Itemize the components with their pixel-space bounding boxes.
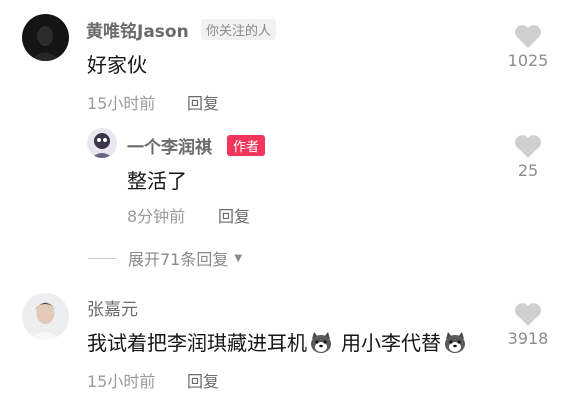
husky-dog-emoji-icon <box>309 330 333 354</box>
comment-text: 好家伙 <box>87 53 147 77</box>
comment-username[interactable]: 黄唯铭Jason <box>86 17 189 42</box>
caret-down-icon: ▼ <box>234 252 243 264</box>
divider <box>88 257 116 259</box>
like-button[interactable]: 1025 <box>498 24 558 70</box>
author-tag: 作者 <box>227 135 266 156</box>
following-tag: 你关注的人 <box>201 19 277 40</box>
comment-time: 15小时前 <box>87 94 156 113</box>
reply-time: 8分钟前 <box>127 207 186 226</box>
expand-replies-label: 展开71条回复 <box>128 250 229 269</box>
like-count: 25 <box>517 161 539 180</box>
expand-replies-button[interactable]: 展开71条回复 ▼ <box>88 246 242 270</box>
heart-icon <box>515 303 541 326</box>
comment-text-part: 用小李代替 <box>341 331 441 355</box>
reply-button[interactable]: 回复 <box>187 90 219 114</box>
reply-username[interactable]: 一个李润祺 <box>127 133 212 158</box>
heart-icon <box>515 135 541 158</box>
reply-button[interactable]: 回复 <box>187 368 219 392</box>
husky-dog-emoji-icon <box>443 330 467 354</box>
comment-text: 我试着把李润琪藏进耳机 用小李代替 <box>87 327 469 356</box>
comment-text-part: 我试着把李润琪藏进耳机 <box>87 331 307 355</box>
reply-button[interactable]: 回复 <box>218 203 250 227</box>
avatar[interactable] <box>22 14 69 61</box>
like-count: 1025 <box>507 51 549 70</box>
avatar[interactable] <box>87 128 117 158</box>
like-button[interactable]: 25 <box>498 134 558 180</box>
like-count: 3918 <box>507 329 549 348</box>
like-button[interactable]: 3918 <box>498 302 558 348</box>
comment-username[interactable]: 张嘉元 <box>87 295 138 320</box>
reply-text: 整活了 <box>127 169 187 193</box>
comment-time: 15小时前 <box>87 372 156 391</box>
heart-icon <box>515 25 541 48</box>
avatar[interactable] <box>22 293 69 340</box>
